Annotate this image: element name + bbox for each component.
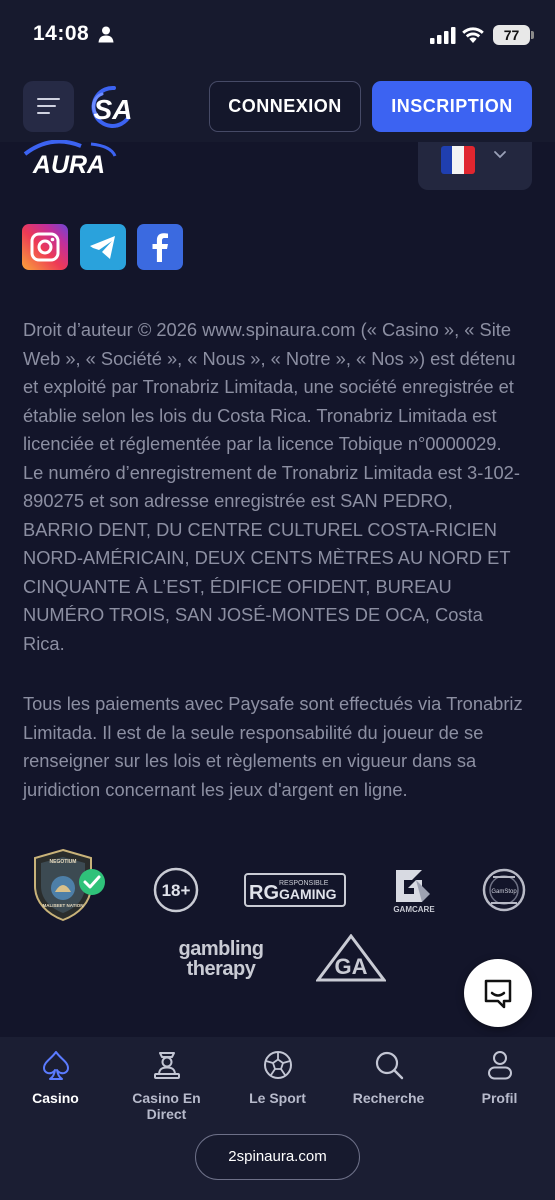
gamstop-badge[interactable]: GamStop bbox=[481, 867, 527, 913]
language-selector[interactable] bbox=[418, 142, 532, 190]
top-header: SA CONNEXION INSCRIPTION bbox=[0, 70, 555, 142]
menu-line-icon bbox=[37, 98, 60, 100]
gambling-therapy-badge[interactable]: gambling therapy bbox=[168, 936, 274, 980]
dealer-icon bbox=[153, 1052, 180, 1079]
search-icon bbox=[375, 1051, 403, 1080]
login-button[interactable]: CONNEXION bbox=[209, 81, 361, 132]
badge-bottom-text: MALISEET NATION bbox=[43, 903, 84, 908]
tobique-license-badge[interactable]: NEGOTIUM MALISEET NATION bbox=[29, 848, 109, 922]
rg-mark-text: RG bbox=[249, 882, 279, 904]
spinaura-logo[interactable]: SA bbox=[84, 84, 140, 130]
nav-item-sport[interactable]: Le Sport bbox=[222, 1049, 333, 1106]
responsible-gaming-badge[interactable]: RG RESPONSIBLE GAMING bbox=[244, 873, 346, 907]
nav-item-profile[interactable]: Profil bbox=[444, 1049, 555, 1106]
status-bar: 14:08 77 bbox=[0, 0, 555, 70]
nav-item-casino[interactable]: Casino bbox=[0, 1049, 111, 1106]
battery-tip bbox=[531, 31, 534, 39]
signup-button[interactable]: INSCRIPTION bbox=[372, 81, 532, 132]
chat-icon bbox=[484, 979, 512, 1009]
badge-top-text: NEGOTIUM bbox=[50, 859, 77, 865]
nav-label: Le Sport bbox=[249, 1090, 306, 1106]
wifi-icon bbox=[462, 27, 484, 43]
gamstop-text: GamStop bbox=[491, 889, 517, 895]
hamburger-menu-button[interactable] bbox=[23, 81, 74, 132]
person-icon bbox=[98, 26, 114, 43]
nav-label: Recherche bbox=[352, 1090, 425, 1106]
battery-level: 77 bbox=[493, 25, 530, 45]
flag-france-icon bbox=[441, 146, 475, 174]
legal-payments-text: Tous les paiements avec Paysafe sont eff… bbox=[23, 693, 523, 800]
facebook-icon[interactable] bbox=[137, 224, 183, 270]
profile-icon bbox=[487, 1051, 512, 1080]
rg-big-text: GAMING bbox=[279, 886, 337, 902]
footer-logo: AURA bbox=[23, 140, 117, 178]
cellular-signal-icon bbox=[430, 27, 456, 44]
age-restriction-badge: 18+ bbox=[153, 867, 199, 913]
bottom-navigation: Casino Casino En Direct Le Sport Recherc… bbox=[0, 1037, 555, 1200]
spade-icon bbox=[42, 1051, 69, 1080]
instagram-icon[interactable] bbox=[22, 224, 68, 270]
nav-label: Casino En Direct bbox=[132, 1090, 201, 1122]
logo-text: SA bbox=[94, 94, 133, 125]
therapy-text: therapy bbox=[187, 958, 257, 980]
ga-text: GA bbox=[335, 954, 368, 979]
live-chat-button[interactable] bbox=[464, 959, 532, 1027]
menu-line-icon bbox=[37, 105, 56, 107]
legal-copyright-text: Droit d’auteur © 2026 www.spinaura.com (… bbox=[23, 319, 520, 654]
chevron-down-icon bbox=[494, 151, 506, 159]
nav-label: Casino bbox=[32, 1090, 79, 1106]
gamcare-text: GAMCARE bbox=[393, 905, 435, 914]
status-time: 14:08 bbox=[33, 22, 90, 45]
gamblers-anonymous-badge[interactable]: GA bbox=[316, 934, 386, 982]
gamcare-badge[interactable]: GAMCARE bbox=[390, 866, 438, 914]
telegram-icon[interactable] bbox=[80, 224, 126, 270]
nav-label: Profil bbox=[481, 1090, 518, 1106]
gambling-text: gambling bbox=[179, 938, 264, 960]
age-text: 18+ bbox=[162, 881, 191, 900]
footer-logo-text: AURA bbox=[32, 151, 105, 178]
nav-item-search[interactable]: Recherche bbox=[333, 1049, 444, 1106]
menu-line-icon bbox=[37, 112, 50, 114]
soccer-ball-icon bbox=[263, 1051, 292, 1079]
url-bar[interactable]: 2spinaura.com bbox=[195, 1134, 360, 1180]
nav-item-live-casino[interactable]: Casino En Direct bbox=[111, 1049, 222, 1122]
